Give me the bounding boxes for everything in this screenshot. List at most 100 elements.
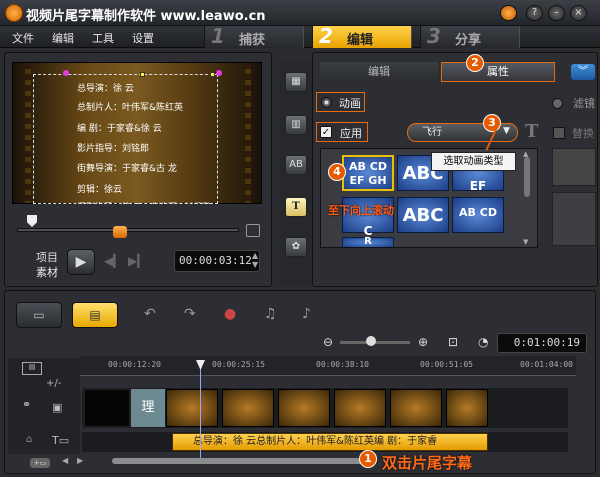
credit-line: 剪辑：徐云 (77, 185, 123, 195)
video-clip[interactable] (84, 389, 130, 427)
resize-handle[interactable] (210, 72, 215, 77)
timecode-stepper-icon[interactable]: ▲ ▼ (252, 251, 258, 269)
ripple-edit-toggle[interactable]: +▭ (30, 458, 50, 468)
resize-handle[interactable] (140, 72, 145, 77)
preset-scrollbar[interactable] (524, 157, 530, 197)
menu-tools[interactable]: 工具 (92, 30, 114, 46)
preset-thumbnail[interactable]: R (342, 237, 394, 247)
audio-mixer-icon[interactable]: ♫ (264, 306, 277, 322)
help-button[interactable]: ? (526, 5, 543, 21)
rotate-handle[interactable] (216, 70, 222, 76)
filter-radio[interactable] (552, 98, 563, 109)
minimize-button[interactable]: – (548, 5, 565, 21)
play-button[interactable]: ▶ (67, 249, 95, 275)
video-clip[interactable] (446, 389, 488, 427)
auto-music-icon[interactable]: ♪ (302, 306, 311, 322)
rotate-handle[interactable] (63, 70, 69, 76)
link-icon[interactable]: ⚭ (22, 398, 31, 411)
clip-mode-label[interactable]: 素材 (36, 264, 58, 280)
preview-scrubber[interactable] (17, 228, 239, 232)
apply-checkbox-label[interactable]: 应用 (340, 125, 362, 141)
record-icon[interactable]: ● (224, 306, 236, 322)
ruler-tick-label: 00:00:38:10 (316, 360, 369, 369)
video-clip[interactable]: 理 (131, 389, 165, 427)
credit-line: 街舞导演：于家睿&古 龙 (77, 164, 177, 174)
zoom-slider-knob[interactable] (366, 336, 376, 346)
ruler-tick-label: 00:00:25:15 (212, 360, 265, 369)
video-clip[interactable] (334, 389, 386, 427)
tab-options-properties[interactable]: 属性 (441, 62, 555, 82)
tab-options-edit[interactable]: 编辑 (320, 62, 438, 82)
close-button[interactable]: × (570, 5, 587, 21)
add-track-icon[interactable]: +/- (46, 378, 61, 389)
step-label: 捕获 (239, 33, 266, 48)
collapse-options-button[interactable]: ︾ (571, 64, 595, 80)
tab-edit[interactable]: 2 编辑 (312, 24, 412, 48)
timeline-scrollbar[interactable] (112, 458, 364, 464)
filter-radio-label[interactable]: 滤镜 (573, 95, 595, 111)
preset-thumbnail[interactable]: ABC (397, 197, 449, 233)
animation-radio-label[interactable]: 动画 (339, 95, 361, 111)
video-clip[interactable] (166, 389, 218, 427)
scroll-right-icon[interactable]: ▶ (77, 456, 83, 465)
chevron-down-icon[interactable]: ▼ (503, 126, 510, 136)
clock-icon: ◔ (478, 335, 489, 349)
end-credits-title-clip[interactable]: 总导演：徐 云总制片人：叶伟军&陈红英编 剧：于家睿 (172, 433, 488, 451)
prev-frame-icon[interactable]: ◀▎ (104, 254, 122, 268)
transition-icon[interactable]: AB (285, 155, 307, 175)
customize-animation-icon[interactable]: T (525, 121, 538, 142)
filter-preview-box (552, 148, 596, 186)
next-frame-icon[interactable]: ▶▎ (128, 254, 146, 268)
timeline-timecode[interactable]: 0:01:00:19 (497, 333, 587, 353)
scroll-up-icon[interactable]: ▲ (523, 150, 528, 158)
replace-checkbox[interactable] (553, 127, 565, 139)
preset-thumbnail[interactable]: AB CD (452, 197, 504, 233)
video-filter-icon[interactable]: ▥ (285, 115, 307, 135)
lock-icon[interactable]: ⌂ (26, 434, 32, 445)
playhead-line (200, 362, 201, 458)
annotation-marker-2: 2 (466, 54, 484, 72)
video-clip[interactable] (278, 389, 330, 427)
credit-line: 总制片人：叶伟军&陈红英 (77, 103, 184, 113)
redo-icon[interactable]: ↷ (184, 306, 196, 322)
fit-project-icon[interactable]: ⊡ (448, 335, 458, 349)
menu-edit[interactable]: 编辑 (52, 30, 74, 46)
app-logo-icon (5, 4, 23, 22)
title-tool-icon[interactable]: T (285, 197, 307, 217)
media-library-icon[interactable]: ▦ (285, 72, 307, 92)
storyboard-view-button[interactable]: ▤ (72, 302, 118, 328)
animation-radio[interactable] (321, 97, 332, 108)
preset-line: EF GH (349, 174, 387, 187)
undo-icon[interactable]: ↶ (144, 306, 156, 322)
title-track-icon: T▭ (52, 434, 70, 447)
annotation-caption: 双击片尾字幕 (382, 454, 473, 472)
preset-thumbnail-selected[interactable]: AB CD EF GH (342, 155, 394, 191)
ruler-tick-label: 00:01:04:00 (520, 360, 573, 369)
effects-icon[interactable]: ✿ (285, 237, 307, 257)
project-mode-label[interactable]: 项目 (36, 249, 58, 265)
menu-file[interactable]: 文件 (12, 30, 34, 46)
step-label: 分享 (455, 33, 482, 48)
annotation-marker-4: 4 (328, 163, 346, 181)
fullscreen-icon[interactable] (246, 224, 260, 237)
replace-checkbox-label[interactable]: 替换 (572, 125, 594, 141)
scroll-left-icon[interactable]: ◀ (62, 456, 68, 465)
zoom-out-icon[interactable]: ⊖ (323, 335, 333, 349)
apply-checkbox[interactable]: ✓ (320, 126, 332, 138)
timeline-view-button[interactable]: ▭ (16, 302, 62, 328)
video-clip[interactable] (222, 389, 274, 427)
credit-line: 编 剧：于家睿&徐 云 (77, 124, 162, 134)
animation-type-dropdown[interactable]: 飞行 (407, 123, 518, 142)
step-number: 2 (319, 24, 333, 48)
preset-line: AB CD (349, 160, 387, 173)
film-strip (25, 63, 31, 203)
preview-timecode[interactable]: 00:00:03:12 (174, 250, 260, 272)
track-manager-icon[interactable]: ▤ (22, 362, 42, 375)
video-clip[interactable] (390, 389, 442, 427)
scroll-down-icon[interactable]: ▼ (523, 238, 528, 246)
tab-capture[interactable]: 1 捕获 (204, 24, 304, 48)
trim-marker[interactable] (113, 226, 127, 238)
zoom-in-icon[interactable]: ⊕ (418, 335, 428, 349)
tab-share[interactable]: 3 分享 (420, 24, 520, 48)
menu-settings[interactable]: 设置 (132, 30, 154, 46)
